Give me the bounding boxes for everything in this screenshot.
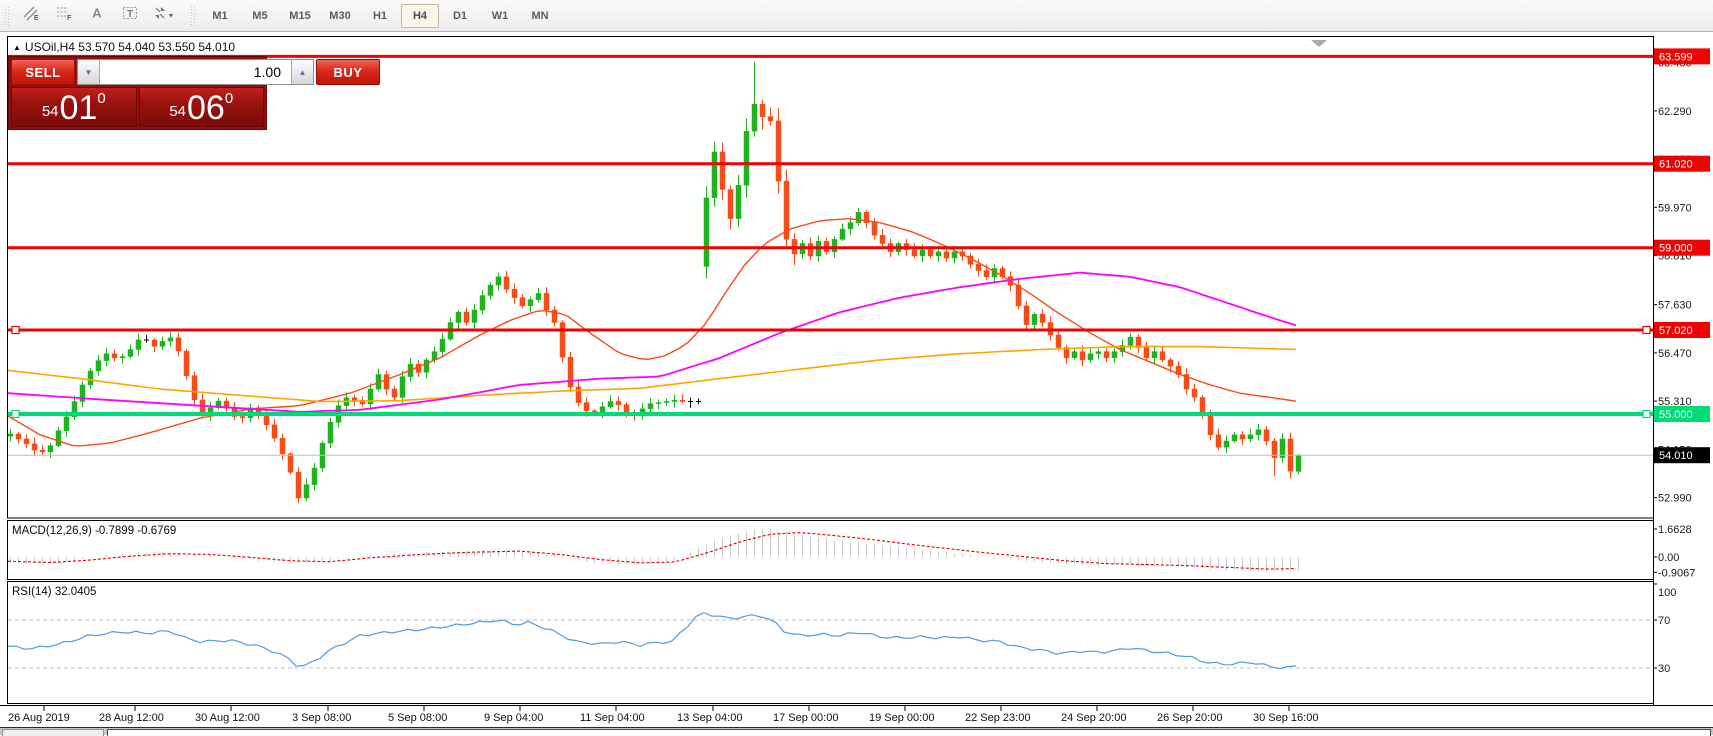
timeframe-button-h4[interactable]: H4 [401, 4, 439, 28]
price-tick-label: 52.990 [1658, 493, 1692, 505]
top-toolbar: E F A T ▾ M1M5M15M30H1H4D1W1MN [0, 0, 1713, 32]
date-tick-label: 24 Sep 20:00 [1061, 712, 1126, 724]
price-tick-label: 62.290 [1658, 106, 1692, 118]
symbol-ohlc-line: ▲ USOil,H4 53.570 54.040 53.550 54.010 [13, 40, 235, 54]
rsi-label: RSI(14) 32.0405 [12, 586, 96, 598]
letter-a-icon: A [89, 5, 105, 26]
object-tools-group: E F A T ▾ [14, 3, 179, 29]
rsi-tick-label: 100 [1658, 587, 1676, 599]
line-selection-handle[interactable] [1643, 327, 1650, 334]
toolbar-grip-2[interactable] [191, 6, 195, 26]
sell-price-main: 01 [60, 93, 98, 123]
timeframe-button-h1[interactable]: H1 [361, 4, 399, 28]
arrows-tool-button[interactable]: ▾ [148, 3, 177, 29]
equidistant-channel-icon: E [22, 5, 40, 26]
bottom-window-strip [0, 727, 1713, 735]
svg-text:57.020: 57.020 [1659, 325, 1693, 337]
macd-tick-label: 0.00 [1658, 552, 1679, 564]
text-tool-button[interactable]: A [82, 3, 111, 29]
volume-increase-button[interactable]: ▲ [291, 60, 313, 84]
buy-price-display[interactable]: 54 06 0 [139, 87, 265, 127]
rsi-tick-label: 70 [1658, 615, 1670, 627]
timeframe-button-m5[interactable]: M5 [241, 4, 279, 28]
timeframe-button-mn[interactable]: MN [521, 4, 559, 28]
line-selection-handle[interactable] [12, 411, 19, 418]
svg-text:54.010: 54.010 [1659, 450, 1693, 462]
date-tick-label: 26 Aug 2019 [8, 712, 70, 724]
volume-input[interactable] [100, 60, 291, 84]
macd-label: MACD(12,26,9) -0.7899 -0.6769 [12, 525, 176, 537]
date-tick-label: 26 Sep 20:00 [1157, 712, 1222, 724]
timeframe-button-m30[interactable]: M30 [321, 4, 359, 28]
chart-background [0, 32, 1713, 727]
date-tick-label: 3 Sep 08:00 [292, 712, 351, 724]
svg-text:T: T [126, 9, 132, 20]
svg-text:E: E [34, 15, 39, 21]
equidistant-channel-tool-button[interactable]: E [16, 3, 45, 29]
svg-text:59.000: 59.000 [1659, 243, 1693, 255]
text-label-icon: T [121, 5, 139, 26]
fibonacci-retracement-tool-button[interactable]: F [49, 3, 78, 29]
date-tick-label: 17 Sep 00:00 [773, 712, 838, 724]
sell-price-fraction: 0 [97, 90, 105, 107]
price-badge-54.010: 54.010 [1654, 447, 1710, 463]
svg-text:61.020: 61.020 [1659, 159, 1693, 171]
fibonacci-icon: F [55, 5, 73, 26]
arrows-icon [152, 5, 168, 26]
date-tick-label: 5 Sep 08:00 [388, 712, 447, 724]
price-badge-59.000: 59.000 [1654, 240, 1710, 256]
timeframes-group: M1M5M15M30H1H4D1W1MN [200, 4, 560, 28]
price-tick-label: 56.470 [1658, 348, 1692, 360]
timeframe-button-d1[interactable]: D1 [441, 4, 479, 28]
date-tick-label: 30 Aug 12:00 [195, 712, 260, 724]
one-click-trading-panel: SELL ▼ ▲ BUY 54 01 0 54 06 0 [8, 56, 267, 130]
date-tick-label: 11 Sep 04:00 [580, 712, 645, 724]
price-badge-55.000: 55.000 [1654, 406, 1710, 422]
date-tick-label: 30 Sep 16:00 [1253, 712, 1318, 724]
symbol-ohlc-text: USOil,H4 53.570 54.040 53.550 54.010 [25, 40, 235, 54]
svg-text:F: F [67, 15, 72, 21]
line-selection-handle[interactable] [12, 327, 19, 334]
sell-price-display[interactable]: 54 01 0 [11, 87, 137, 127]
volume-decrease-button[interactable]: ▼ [78, 60, 100, 84]
price-tick-label: 59.970 [1658, 202, 1692, 214]
timeframe-button-w1[interactable]: W1 [481, 4, 519, 28]
macd-tick-label: -0.9067 [1658, 567, 1695, 579]
date-tick-label: 13 Sep 04:00 [677, 712, 742, 724]
price-badge-57.020: 57.020 [1654, 322, 1710, 338]
text-label-tool-button[interactable]: T [115, 3, 144, 29]
chevron-up-icon: ▲ [299, 68, 307, 77]
date-tick-label: 28 Aug 12:00 [99, 712, 164, 724]
buy-price-main: 06 [187, 93, 225, 123]
timeframe-button-m15[interactable]: M15 [281, 4, 319, 28]
buy-button[interactable]: BUY [316, 59, 380, 85]
dropdown-caret-icon: ▾ [169, 11, 173, 20]
sell-button[interactable]: SELL [11, 59, 75, 85]
rsi-tick-label: 30 [1658, 663, 1670, 675]
macd-tick-label: 1.6628 [1658, 524, 1692, 536]
svg-text:A: A [92, 6, 102, 21]
volume-spinner: ▼ ▲ [77, 59, 314, 85]
timeframe-button-m1[interactable]: M1 [201, 4, 239, 28]
price-badge-63.599: 63.599 [1654, 48, 1710, 64]
date-tick-label: 9 Sep 04:00 [484, 712, 543, 724]
buy-price-fraction: 0 [225, 90, 233, 107]
date-tick-label: 22 Sep 23:00 [965, 712, 1030, 724]
chevron-down-icon: ▼ [85, 68, 93, 77]
price-tick-label: 57.630 [1658, 300, 1692, 312]
buy-price-whole: 54 [169, 103, 186, 120]
sell-price-whole: 54 [42, 103, 59, 120]
svg-text:55.000: 55.000 [1659, 409, 1693, 421]
toolbar-grip[interactable] [5, 6, 9, 26]
symbol-marker-icon: ▲ [13, 43, 21, 52]
line-selection-handle[interactable] [1643, 411, 1650, 418]
price-badge-61.020: 61.020 [1654, 156, 1710, 172]
mt4-window: { "toolbar": { "tools": [ {"name": "equi… [0, 0, 1713, 735]
date-tick-label: 19 Sep 00:00 [869, 712, 934, 724]
svg-text:63.599: 63.599 [1659, 51, 1693, 63]
